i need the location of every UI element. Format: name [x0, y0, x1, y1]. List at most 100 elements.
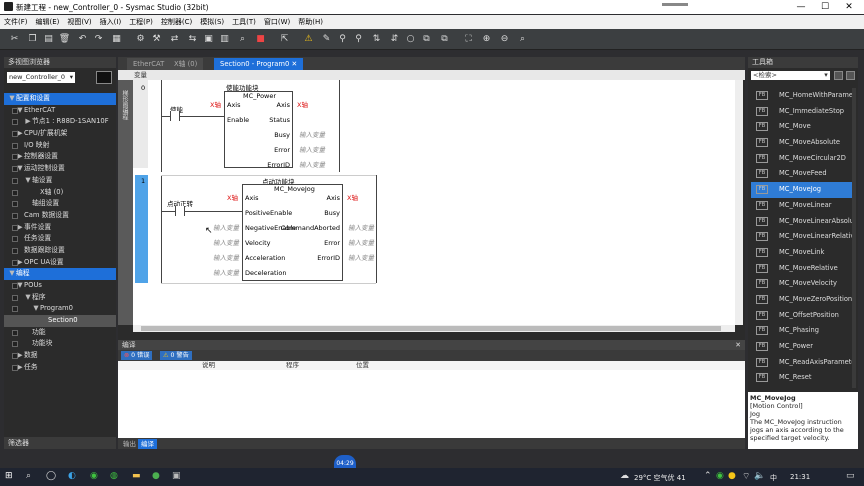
tree-checkbox[interactable]	[12, 341, 18, 348]
tree-checkbox[interactable]	[12, 259, 18, 266]
tree-node[interactable]: ▶数据	[4, 350, 116, 362]
zoom-in-icon[interactable]: ⊕	[480, 33, 493, 46]
tree-checkbox[interactable]	[12, 283, 18, 289]
circle-icon[interactable]: ○	[404, 33, 417, 46]
rung-1-function-block[interactable]: MC_MoveJog Axis PositiveEnable NegativeE…	[242, 184, 343, 281]
toolbox-item[interactable]: FB MC_MoveJog	[751, 182, 853, 198]
toolbox-search-input[interactable]: <检索>	[751, 71, 829, 80]
tree-node[interactable]: ▼编程	[4, 268, 116, 280]
tree-checkbox[interactable]	[12, 353, 18, 360]
editor-vertical-scrollbar[interactable]	[735, 80, 743, 325]
tree-node[interactable]: 功能块	[4, 338, 116, 350]
tree-node[interactable]: ▼Program0	[4, 303, 116, 315]
rung-1-in-acceleration-var[interactable]: 输入变量	[213, 252, 239, 262]
tree-node[interactable]: ▶CPU/扩展机架	[4, 128, 116, 140]
chevron-down-icon[interactable]: ▼	[32, 303, 40, 315]
menu-view[interactable]: 视图(V)	[63, 15, 95, 29]
force-on-icon[interactable]: ⚲	[336, 33, 349, 46]
tree-node[interactable]: ▶控制器设置	[4, 151, 116, 163]
copy-icon[interactable]: ❐	[26, 33, 39, 46]
search-icon[interactable]: ⌕	[516, 33, 529, 46]
volume-icon[interactable]: 🔈	[754, 471, 765, 481]
close-tab-icon[interactable]: ✕	[292, 60, 298, 68]
toolbox-item[interactable]: FB MC_ReadAxisParameter	[751, 355, 853, 371]
tree-node[interactable]: Section0	[4, 315, 116, 327]
file-explorer-icon[interactable]: ▬	[132, 471, 141, 481]
col-program[interactable]: 程序	[286, 361, 299, 370]
delete-icon[interactable]: 🗑	[58, 33, 71, 46]
tree-checkbox[interactable]	[12, 119, 18, 126]
sync-icon[interactable]: ⇆	[186, 33, 199, 46]
tool-icon[interactable]: ⚒	[150, 33, 163, 46]
wechat-icon[interactable]: ◉	[90, 471, 98, 481]
toolbox-option-icon[interactable]	[834, 71, 843, 80]
tree-node[interactable]: ▼EtherCAT	[4, 105, 116, 117]
tree-node[interactable]: 轴组设置	[4, 198, 116, 210]
rung-0-function-block[interactable]: MC_Power Axis Enable Axis Status Busy Er…	[224, 91, 293, 169]
rung-0-out-axis-var[interactable]: X轴	[297, 99, 308, 109]
toolbox-item[interactable]: FB MC_MoveCircular2D	[751, 151, 853, 167]
toolbox-item[interactable]: FB MC_Reset	[751, 370, 853, 386]
tree-node[interactable]: Cam 数据设置	[4, 210, 116, 222]
tree-node[interactable]: ▶任务	[4, 362, 116, 374]
toolbox-option2-icon[interactable]	[846, 71, 855, 80]
chevron-down-icon[interactable]: ▼	[24, 175, 32, 187]
rung-1-out-axis-var[interactable]: X轴	[347, 192, 358, 202]
toolbox-item[interactable]: FB MC_MoveLinear	[751, 198, 853, 214]
toolbox-item[interactable]: FB MC_Move	[751, 119, 853, 135]
menu-insert[interactable]: 插入(I)	[96, 15, 126, 29]
browser-icon[interactable]: ●	[152, 471, 160, 481]
rung-0-contact[interactable]	[170, 111, 180, 121]
tree-node[interactable]: ▼运动控制设置	[4, 163, 116, 175]
tree-checkbox[interactable]	[12, 142, 18, 149]
find-icon[interactable]: ⌕	[236, 33, 249, 46]
rung-0-out-errorid-var[interactable]: 输入变量	[299, 159, 325, 169]
force-off-icon[interactable]: ⚲	[352, 33, 365, 46]
reset-icon[interactable]: ⇵	[388, 33, 401, 46]
chevron-down-icon[interactable]: ▼	[24, 292, 32, 304]
tab-ethercat[interactable]: EtherCAT	[127, 58, 171, 70]
rung-1-contact[interactable]	[175, 206, 185, 216]
toolbox-item[interactable]: FB MC_MoveFeed	[751, 166, 853, 182]
menu-project[interactable]: 工程(P)	[125, 15, 157, 29]
menu-file[interactable]: 文件(F)	[0, 15, 32, 29]
warning-filter-badge[interactable]: ⚠ 0 警告	[160, 351, 192, 360]
tree-node[interactable]: ▼POUs	[4, 280, 116, 292]
menu-help[interactable]: 帮助(H)	[294, 15, 327, 29]
tree-node[interactable]: ▼程序	[4, 292, 116, 304]
cut-icon[interactable]: ✂	[8, 33, 21, 46]
tree-checkbox[interactable]	[12, 212, 18, 219]
redo-icon[interactable]: ↷	[92, 33, 105, 46]
scrollbar-thumb[interactable]	[141, 326, 721, 331]
compare-icon[interactable]: ▥	[218, 33, 231, 46]
menu-edit[interactable]: 编辑(E)	[32, 15, 64, 29]
rung-1-out-aborted-var[interactable]: 输入变量	[348, 222, 374, 232]
notification-icon[interactable]: ▭	[846, 471, 855, 481]
tree-checkbox[interactable]	[12, 236, 18, 243]
menu-window[interactable]: 窗口(W)	[260, 15, 294, 29]
cross-reference-icon[interactable]: ▦	[110, 33, 123, 46]
set-icon[interactable]: ⇅	[370, 33, 383, 46]
maximize-icon[interactable]: ☐	[812, 0, 838, 14]
tree-node[interactable]: 任务设置	[4, 233, 116, 245]
ladder-editor[interactable]: 0 使能 使能功能块 MC_Power Axis Enable Axis Sta…	[133, 80, 735, 325]
undo-icon[interactable]: ↶	[76, 33, 89, 46]
fit-icon[interactable]: ⛶	[462, 33, 475, 46]
edge-icon[interactable]: ◐	[68, 471, 76, 481]
tree-checkbox[interactable]	[12, 224, 18, 231]
tray-icon[interactable]: ⌃	[704, 471, 712, 481]
rung-1-in-axis-var[interactable]: X轴	[227, 192, 238, 202]
tree-checkbox[interactable]	[12, 201, 18, 208]
tree-node[interactable]: ▶事件设置	[4, 222, 116, 234]
toolbox-item[interactable]: FB MC_MoveLink	[751, 245, 853, 261]
tree-checkbox[interactable]	[12, 107, 18, 114]
tree-checkbox[interactable]	[12, 306, 18, 313]
transfer-icon[interactable]: ▣	[202, 33, 215, 46]
tree-checkbox[interactable]	[12, 154, 18, 161]
build-icon[interactable]: ⚙	[134, 33, 147, 46]
chevron-right-icon[interactable]: ▶	[24, 116, 32, 128]
rung-1-in-velocity-var[interactable]: 输入变量	[213, 237, 239, 247]
tree-checkbox[interactable]	[12, 131, 18, 138]
rung-1-out-errorid-var[interactable]: 输入变量	[348, 252, 374, 262]
close-icon[interactable]: ✕	[836, 0, 862, 14]
